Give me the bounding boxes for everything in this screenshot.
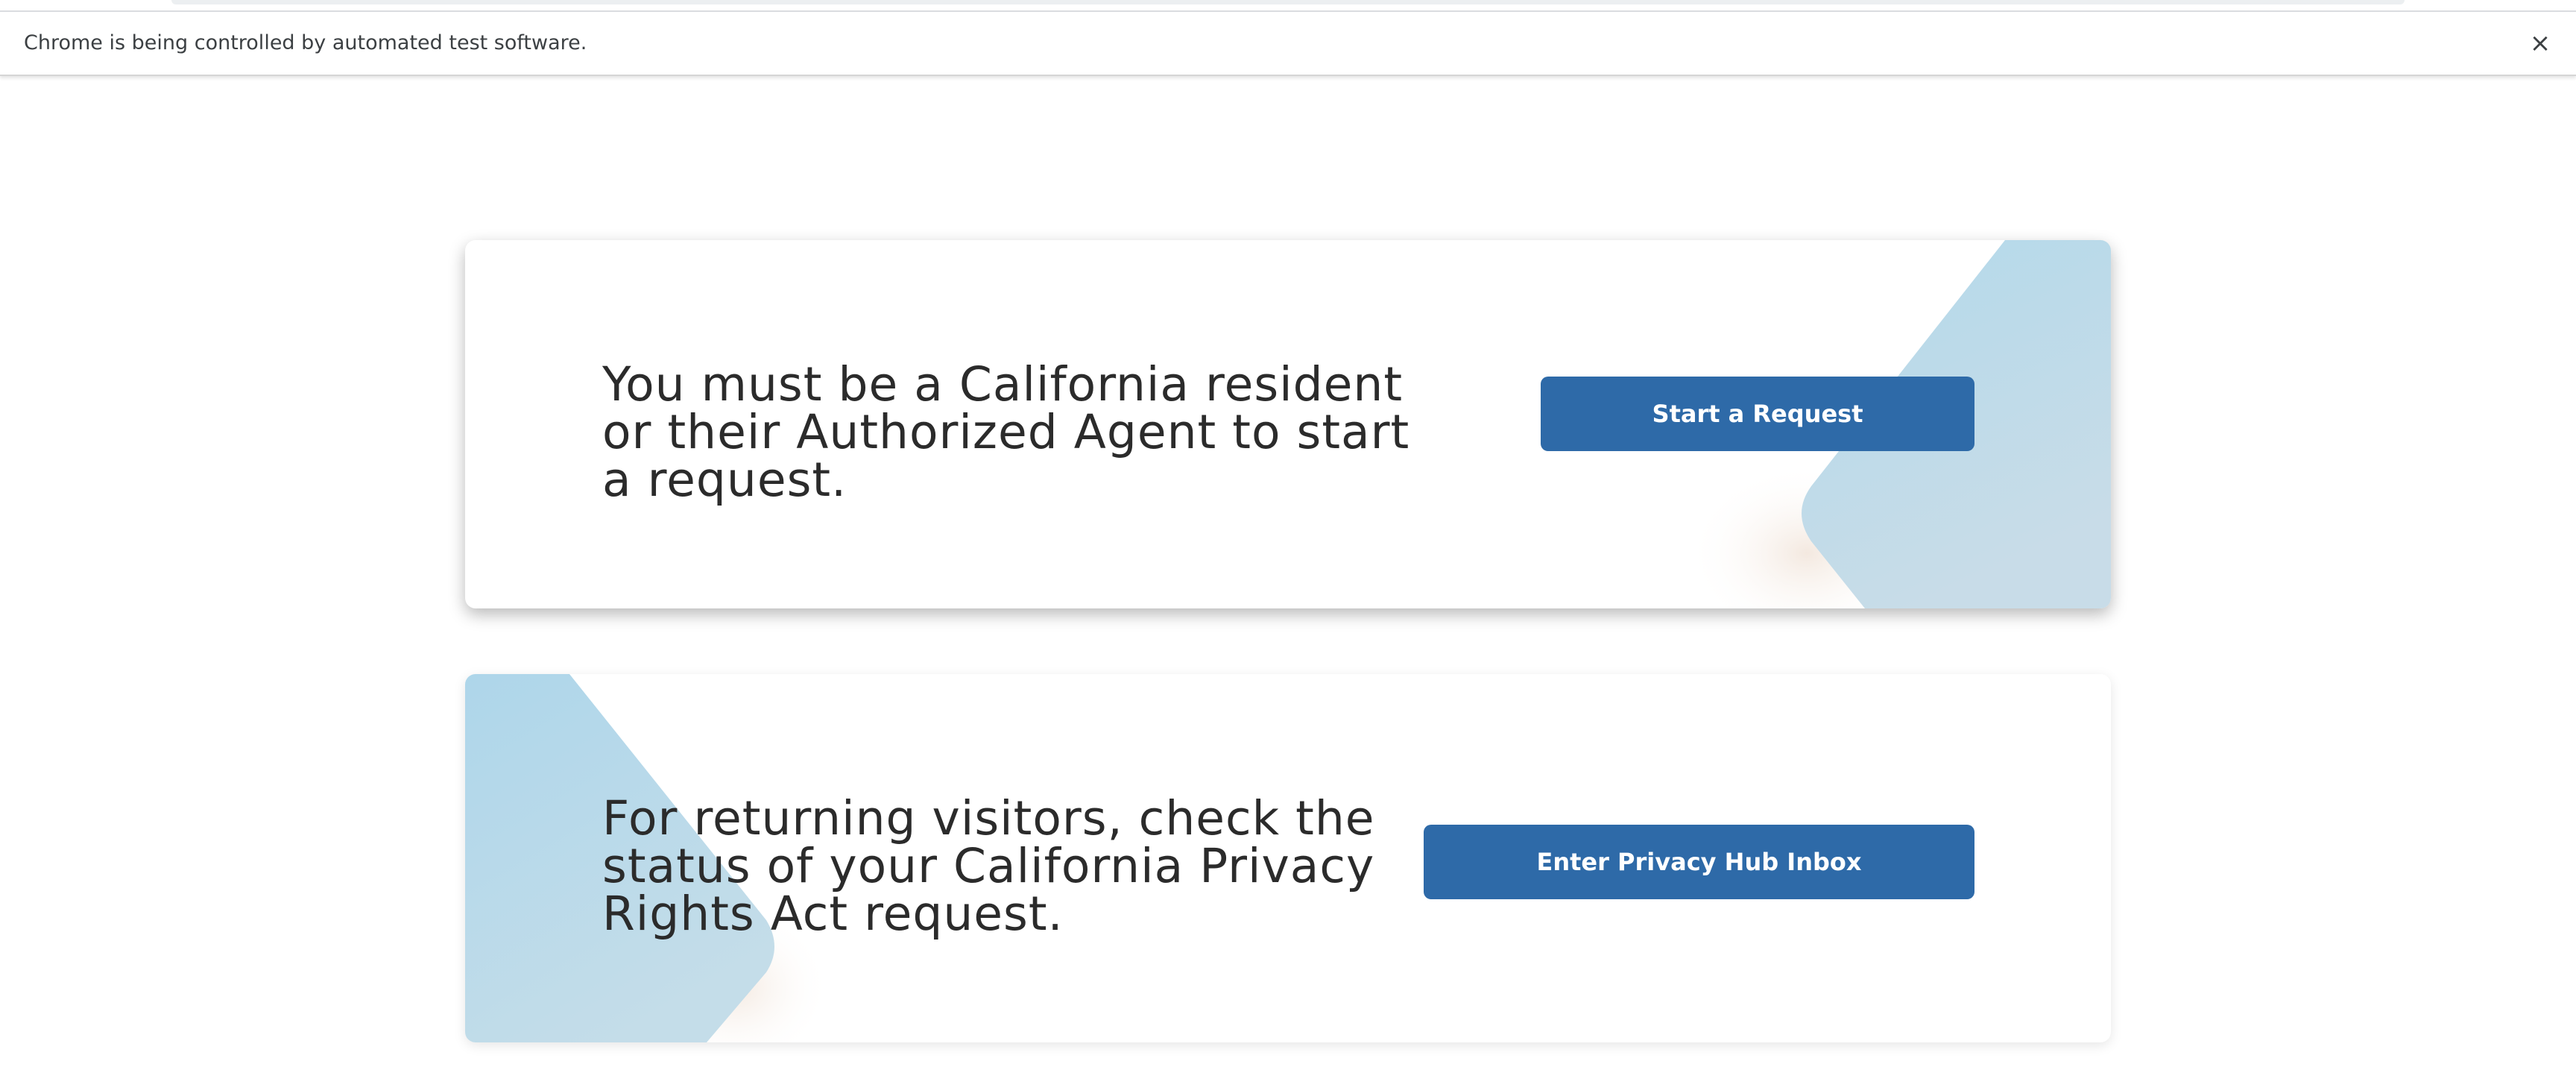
- browser-tab-strip: [0, 0, 2576, 10]
- enter-privacy-hub-inbox-button[interactable]: Enter Privacy Hub Inbox: [1424, 825, 1974, 899]
- start-request-button[interactable]: Start a Request: [1541, 377, 1974, 451]
- infobar-message: Chrome is being controlled by automated …: [24, 31, 587, 54]
- privacy-hub-card: For returning visitors, check the status…: [465, 674, 2111, 1042]
- browser-address-bar-edge: [171, 0, 2405, 4]
- close-icon[interactable]: ×: [2524, 27, 2557, 60]
- residency-notice: You must be a California resident or the…: [602, 357, 1410, 507]
- start-request-card: You must be a California resident or the…: [465, 240, 2111, 608]
- automation-infobar: Chrome is being controlled by automated …: [0, 10, 2576, 76]
- returning-visitor-notice: For returning visitors, check the status…: [602, 791, 1375, 941]
